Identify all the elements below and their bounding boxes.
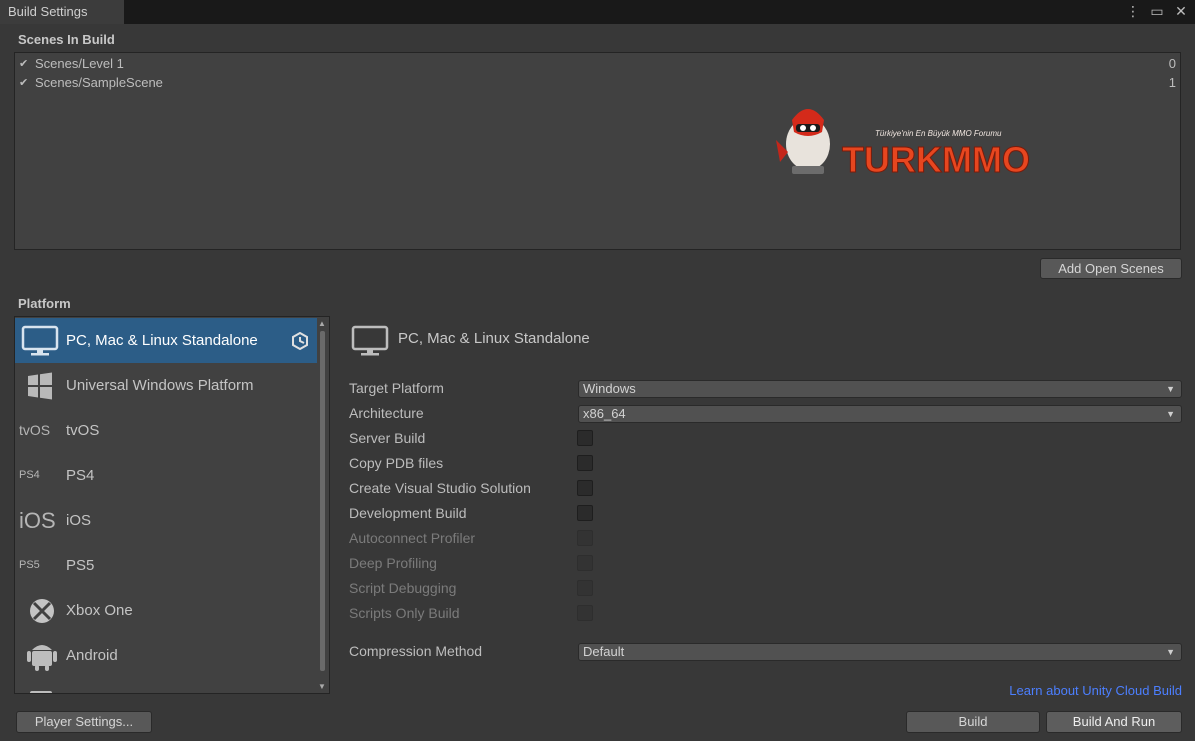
create-vs-solution-label: Create Visual Studio Solution (349, 480, 531, 496)
platform-title: PC, Mac & Linux Standalone (398, 330, 590, 347)
build-and-run-button[interactable]: Build And Run (1046, 711, 1182, 733)
scene-checkbox[interactable]: ✔ (19, 73, 28, 93)
scene-row[interactable]: ✔ Scenes/SampleScene 1 (15, 73, 1180, 93)
player-settings-button[interactable]: Player Settings... (16, 711, 152, 733)
script-debugging-label: Script Debugging (349, 580, 457, 596)
dropdown-value: Windows (583, 381, 636, 396)
platform-label: Universal Windows Platform (66, 377, 254, 394)
xbox-icon (30, 599, 54, 623)
scene-index: 1 (1168, 75, 1176, 90)
create-vs-solution-checkbox[interactable] (577, 480, 593, 496)
platform-item-uwp[interactable]: Universal Windows Platform (15, 363, 317, 408)
dropdown-value: x86_64 (583, 406, 626, 421)
tvos-icon: tvOS (19, 422, 51, 438)
platform-scrollbar[interactable]: ▲ ▼ (317, 319, 327, 691)
deep-profiling-checkbox (577, 555, 593, 571)
logo-text: TURKMMO (842, 139, 1030, 180)
ps4-icon: PS4 (19, 469, 40, 481)
windows-icon (28, 372, 52, 400)
platform-label: tvOS (66, 422, 100, 439)
platform-item-ps5[interactable]: PS5 PS5 (15, 543, 317, 588)
copy-pdb-checkbox[interactable] (577, 455, 593, 471)
server-build-label: Server Build (349, 430, 426, 446)
platform-item-ios[interactable]: iOS iOS (15, 498, 317, 543)
chevron-down-icon: ▼ (1166, 647, 1175, 657)
unity-logo-icon (292, 332, 308, 350)
platform-list[interactable]: PC, Mac & Linux Standalone Universal Win… (14, 316, 330, 694)
platform-heading: Platform (18, 296, 71, 311)
build-button[interactable]: Build (906, 711, 1040, 733)
scroll-down-icon[interactable]: ▼ (318, 682, 326, 691)
target-platform-label: Target Platform (349, 380, 444, 396)
close-icon[interactable]: ✕ (1173, 3, 1189, 20)
monitor-icon (21, 325, 59, 356)
scripts-only-build-checkbox (577, 605, 593, 621)
target-platform-dropdown[interactable]: Windows ▼ (578, 380, 1182, 398)
deep-profiling-label: Deep Profiling (349, 555, 437, 571)
platform-item-xbox[interactable]: Xbox One (15, 588, 317, 633)
title-bar: Build Settings ⋮ ▭ ✕ (0, 0, 1195, 24)
development-build-checkbox[interactable] (577, 505, 593, 521)
script-debugging-checkbox (577, 580, 593, 596)
dropdown-value: Default (583, 644, 625, 659)
platform-label: Android (66, 647, 118, 664)
maximize-icon[interactable]: ▭ (1149, 3, 1165, 20)
platform-item-standalone[interactable]: PC, Mac & Linux Standalone (15, 318, 317, 363)
platform-item-tvos[interactable]: tvOS tvOS (15, 408, 317, 453)
chevron-down-icon: ▼ (1166, 384, 1175, 394)
platform-label: Xbox One (66, 602, 133, 619)
platform-item-android[interactable]: Android (15, 633, 317, 678)
platform-item-ps4[interactable]: PS4 PS4 (15, 453, 317, 498)
add-open-scenes-button[interactable]: Add Open Scenes (1040, 258, 1182, 279)
logo-tagline: Türkiye'nin En Büyük MMO Forumu (875, 129, 1002, 138)
compression-method-label: Compression Method (349, 643, 483, 659)
monitor-icon (351, 325, 389, 356)
turkmmo-logo: Türkiye'nin En Büyük MMO Forumu TURKMMO (776, 109, 1030, 180)
more-icon[interactable]: ⋮ (1125, 3, 1141, 20)
autoconnect-profiler-checkbox (577, 530, 593, 546)
development-build-label: Development Build (349, 505, 467, 521)
chevron-down-icon: ▼ (1166, 409, 1175, 419)
android-icon (27, 645, 57, 671)
cloud-build-link[interactable]: Learn about Unity Cloud Build (1009, 683, 1182, 698)
compression-method-dropdown[interactable]: Default ▼ (578, 643, 1182, 661)
scroll-thumb[interactable] (320, 331, 325, 671)
autoconnect-profiler-label: Autoconnect Profiler (349, 530, 476, 546)
architecture-dropdown[interactable]: x86_64 ▼ (578, 405, 1182, 423)
scene-index: 0 (1168, 56, 1176, 71)
copy-pdb-label: Copy PDB files (349, 455, 444, 471)
platform-icon (30, 691, 52, 693)
server-build-checkbox[interactable] (577, 430, 593, 446)
platform-item-partial[interactable] (15, 678, 317, 693)
ps5-icon: PS5 (19, 559, 40, 571)
scene-checkbox[interactable]: ✔ (19, 54, 28, 74)
platform-label: iOS (66, 512, 92, 529)
platform-label: PC, Mac & Linux Standalone (66, 332, 258, 349)
window-tab[interactable]: Build Settings (0, 0, 124, 24)
scene-name: Scenes/Level 1 (35, 56, 124, 71)
scene-row[interactable]: ✔ Scenes/Level 1 0 (15, 54, 1180, 74)
ios-icon: iOS (19, 508, 56, 533)
scripts-only-build-label: Scripts Only Build (349, 605, 460, 621)
scene-name: Scenes/SampleScene (35, 75, 163, 90)
architecture-label: Architecture (349, 405, 424, 421)
scroll-up-icon[interactable]: ▲ (318, 319, 326, 328)
scenes-heading: Scenes In Build (18, 32, 115, 47)
platform-label: PS4 (66, 467, 95, 484)
platform-label: PS5 (66, 557, 95, 574)
